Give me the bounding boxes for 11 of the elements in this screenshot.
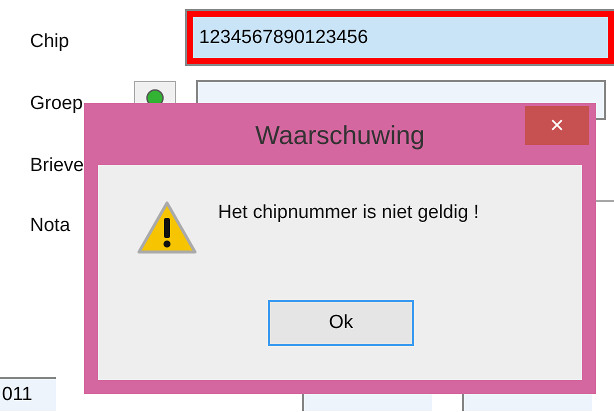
ok-button[interactable]: Ok <box>268 300 414 346</box>
field-label: Groep <box>30 92 83 116</box>
field-label: Brieve <box>30 154 84 178</box>
warning-message: Het chipnummer is niet geldig ! <box>218 201 479 225</box>
dialog-title: Waarschuwing <box>255 118 425 152</box>
warning-icon <box>136 200 198 256</box>
input-field[interactable]: 1234567890123456 <box>187 11 614 64</box>
field-label: Nota <box>30 214 70 238</box>
input-field[interactable]: 011 <box>0 377 56 411</box>
field-label: Chip <box>30 30 70 54</box>
close-button[interactable]: × <box>525 106 589 145</box>
